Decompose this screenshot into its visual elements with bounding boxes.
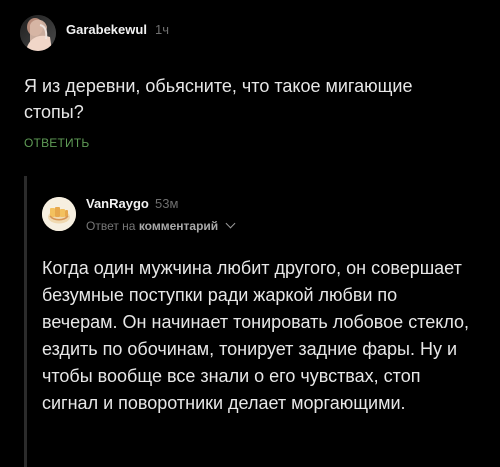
comment-author-username[interactable]: Garabekewul [66,22,147,37]
comment-text: Я из деревни, обьясните, что такое мигаю… [24,76,413,122]
reply-reference[interactable]: Ответ на комментарий [86,218,235,233]
reply-target-link[interactable]: комментарий [139,219,218,233]
reply-author-username[interactable]: VanRaygo [86,196,149,211]
user-avatar-photo-icon[interactable] [20,15,56,51]
reply-prefix: Ответ на [86,219,136,233]
user-avatar-cartoon-icon[interactable] [42,197,76,231]
reply-text: Когда один мужчина любит другого, он сов… [42,258,470,413]
chevron-down-icon[interactable] [225,218,235,229]
thread-line [24,176,27,467]
reply-timestamp: 53м [155,196,179,211]
reply-button[interactable]: ОТВЕТИТЬ [24,136,89,150]
comment-timestamp: 1ч [155,22,170,37]
